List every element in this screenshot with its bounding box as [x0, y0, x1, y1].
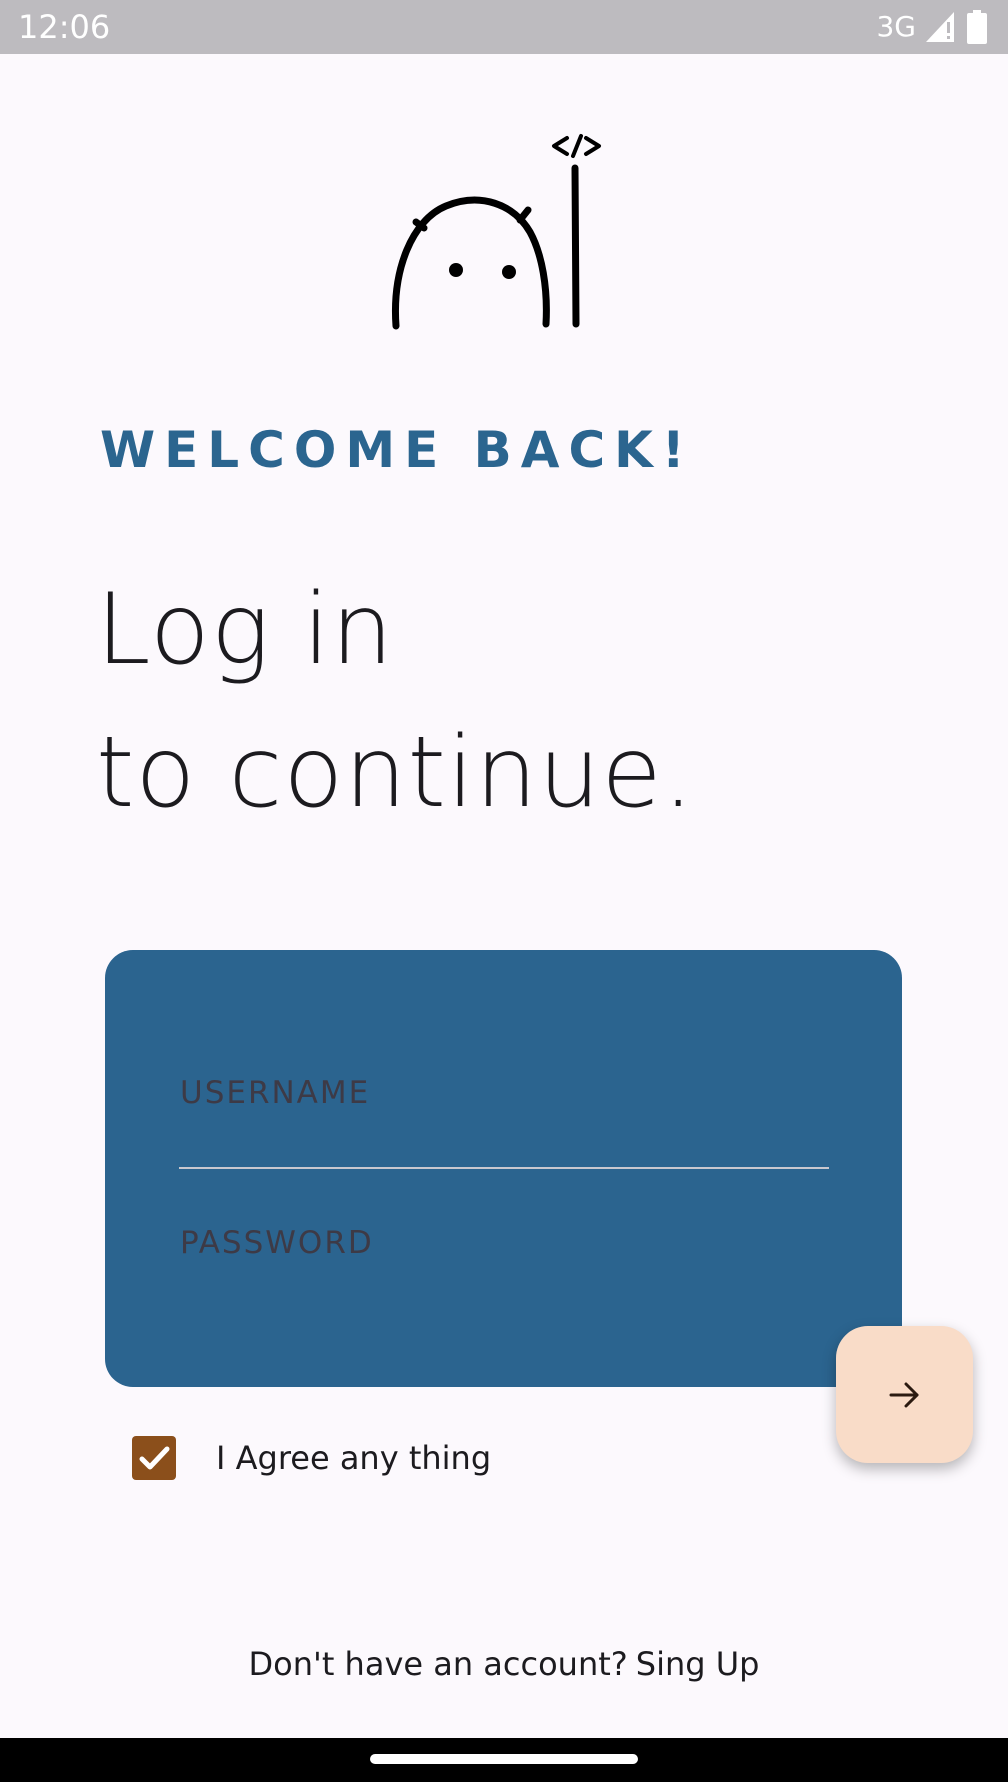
- mascot-logo: [376, 120, 626, 370]
- username-field[interactable]: USERNAME: [180, 1073, 370, 1113]
- arrow-right-icon: [889, 1382, 918, 1407]
- welcome-title: WELCOME BACK!: [100, 421, 694, 479]
- heading-line-2: to continue.: [96, 716, 695, 830]
- heading-line-1: Log in: [96, 573, 395, 687]
- username-underline: [179, 1167, 829, 1169]
- agree-checkbox[interactable]: [132, 1436, 176, 1480]
- signup-row: Don't have an account? Sing Up: [0, 1640, 1008, 1688]
- signup-link[interactable]: Sing Up: [636, 1645, 760, 1683]
- status-time: 12:06: [18, 8, 111, 46]
- gesture-handle[interactable]: [370, 1754, 638, 1764]
- signup-prompt: Don't have an account?: [248, 1645, 628, 1683]
- check-icon: [139, 1446, 170, 1470]
- status-icons: 3G: [876, 8, 988, 46]
- login-submit-button[interactable]: [836, 1326, 973, 1463]
- agree-label: I Agree any thing: [216, 1439, 492, 1477]
- status-bar: 12:06 3G: [0, 0, 1008, 54]
- cell-signal-icon: [926, 12, 954, 42]
- network-type: 3G: [876, 10, 916, 43]
- agree-row: I Agree any thing: [132, 1434, 491, 1482]
- password-field[interactable]: PASSWORD: [180, 1223, 374, 1263]
- system-nav-bar: [0, 1738, 1008, 1782]
- login-form-card: USERNAME PASSWORD: [105, 950, 902, 1387]
- battery-icon: [967, 10, 987, 44]
